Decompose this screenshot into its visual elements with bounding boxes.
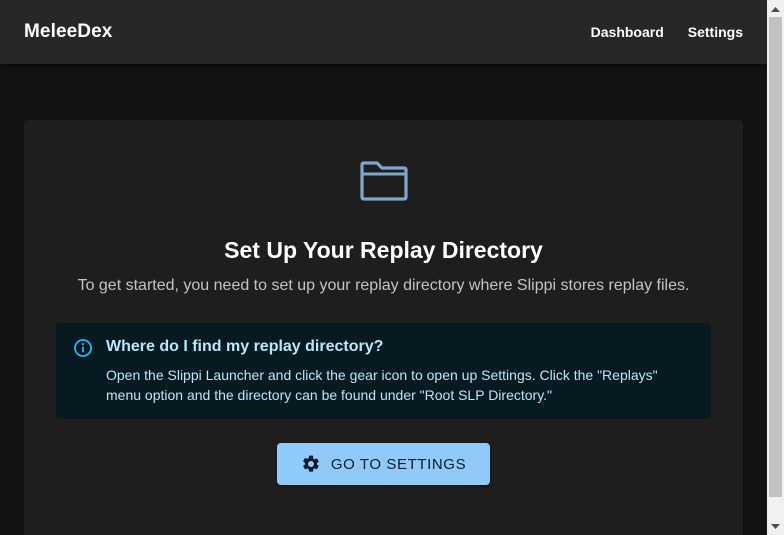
setup-title: Set Up Your Replay Directory (224, 237, 543, 263)
info-alert-title: Where do I find my replay directory? (106, 338, 384, 355)
info-icon (74, 339, 92, 357)
top-nav: Dashboard Settings (567, 16, 743, 48)
nav-dashboard-link[interactable]: Dashboard (567, 16, 664, 48)
go-to-settings-button[interactable]: GO TO SETTINGS (277, 443, 490, 485)
scroll-down-arrow-icon[interactable] (767, 518, 784, 535)
app-window: MeleeDex Dashboard Settings Set Up Your … (0, 0, 767, 535)
app-title: MeleeDex (24, 21, 113, 42)
setup-subtitle: To get started, you need to set up your … (77, 277, 690, 294)
setup-card: Set Up Your Replay Directory To get star… (24, 120, 743, 535)
go-to-settings-label: GO TO SETTINGS (330, 455, 467, 473)
folder-icon (360, 161, 408, 201)
scrollbar-thumb[interactable] (769, 17, 782, 497)
info-alert-body: Open the Slippi Launcher and click the g… (106, 367, 658, 403)
vertical-scrollbar[interactable] (767, 0, 784, 535)
nav-settings-link[interactable]: Settings (664, 16, 743, 48)
gear-icon (303, 455, 319, 472)
scroll-up-arrow-icon[interactable] (767, 0, 784, 17)
app-bar: MeleeDex Dashboard Settings (0, 0, 767, 64)
info-alert: Where do I find my replay directory? Ope… (56, 323, 711, 419)
